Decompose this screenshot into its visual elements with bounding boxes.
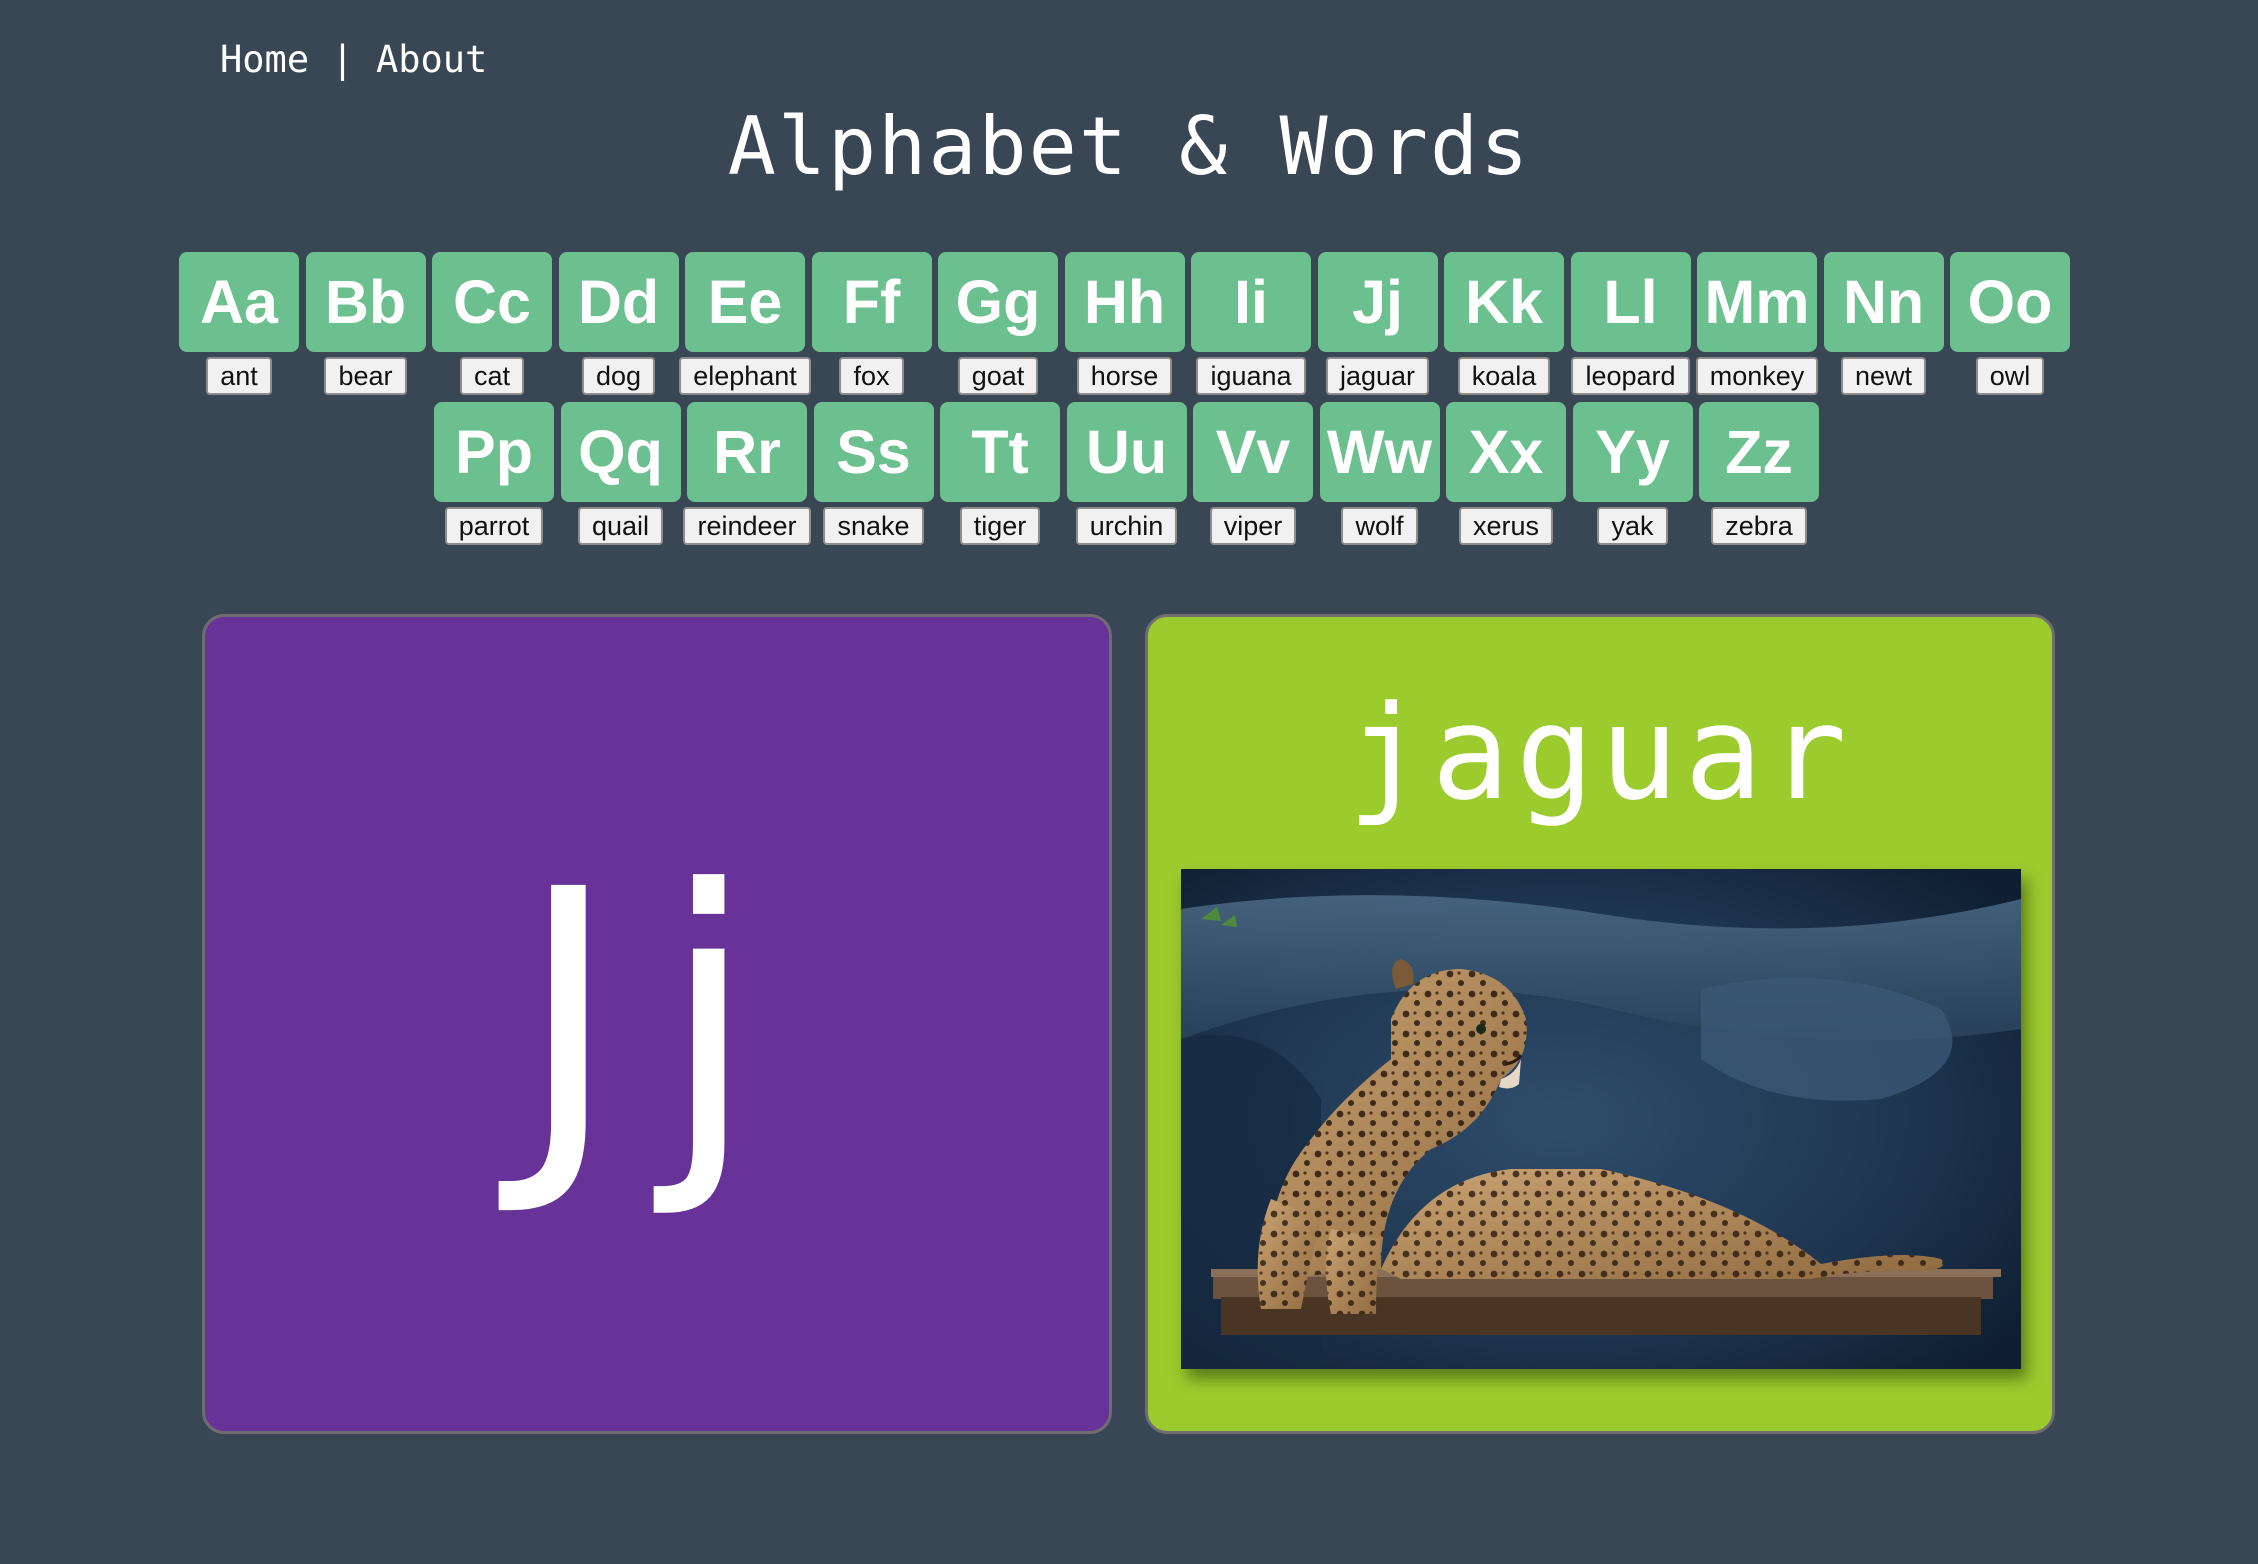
letter-button-w[interactable]: Ww: [1319, 402, 1440, 502]
letter-button-p[interactable]: Pp: [434, 402, 554, 502]
letter-button-o[interactable]: Oo: [1950, 252, 2070, 352]
letter-tile-i: Ii iguana: [1191, 252, 1311, 395]
letter-button-e[interactable]: Ee: [685, 252, 805, 352]
letter-tile-e: Ee elephant: [679, 252, 811, 395]
word-button-tiger[interactable]: tiger: [959, 507, 1041, 545]
nav-home-link[interactable]: Home: [220, 38, 309, 81]
letter-tile-s: Ss snake: [813, 402, 934, 545]
letter-tile-r: Rr reindeer: [683, 402, 811, 545]
word-button-snake[interactable]: snake: [823, 507, 924, 545]
letter-button-c[interactable]: Cc: [432, 252, 552, 352]
letter-button-m[interactable]: Mm: [1697, 252, 1817, 352]
letter-button-q[interactable]: Qq: [560, 402, 681, 502]
word-button-iguana[interactable]: iguana: [1196, 357, 1306, 395]
letter-tile-f: Ff fox: [811, 252, 932, 395]
word-button-monkey[interactable]: monkey: [1695, 357, 1819, 395]
word-button-horse[interactable]: horse: [1076, 357, 1173, 395]
letter-tile-v: Vv viper: [1193, 402, 1313, 545]
word-button-jaguar[interactable]: jaguar: [1325, 357, 1430, 395]
letter-row-2: Pp parrot Qq quail Rr reindeer Ss snake Tt tiger U…: [434, 402, 1826, 545]
word-button-zebra[interactable]: zebra: [1711, 507, 1807, 545]
letter-tile-m: Mm monkey: [1695, 252, 1819, 395]
word-button-leopard[interactable]: leopard: [1571, 357, 1690, 395]
word-button-quail[interactable]: quail: [577, 507, 664, 545]
letter-button-x[interactable]: Xx: [1446, 402, 1566, 502]
word-button-reindeer[interactable]: reindeer: [683, 507, 811, 545]
word-button-urchin[interactable]: urchin: [1075, 507, 1178, 545]
letter-button-y[interactable]: Yy: [1572, 402, 1693, 502]
word-button-ant[interactable]: ant: [206, 357, 272, 395]
letter-button-k[interactable]: Kk: [1444, 252, 1564, 352]
letter-tile-k: Kk koala: [1444, 252, 1564, 395]
letter-tile-p: Pp parrot: [434, 402, 554, 545]
letter-tile-w: Ww wolf: [1319, 402, 1440, 545]
letter-button-j[interactable]: Jj: [1317, 252, 1438, 352]
letter-tile-u: Uu urchin: [1066, 402, 1187, 545]
letter-button-h[interactable]: Hh: [1064, 252, 1185, 352]
page-title: Alphabet & Words: [727, 100, 1531, 193]
letter-button-d[interactable]: Dd: [558, 252, 679, 352]
word-button-owl[interactable]: owl: [1975, 357, 2045, 395]
selected-letter-card: Jj: [202, 614, 1112, 1434]
letter-button-r[interactable]: Rr: [687, 402, 807, 502]
letter-button-s[interactable]: Ss: [813, 402, 934, 502]
word-button-bear[interactable]: bear: [324, 357, 407, 395]
word-button-viper[interactable]: viper: [1209, 507, 1297, 545]
nav-about-link[interactable]: About: [376, 38, 487, 81]
jaguar-photo: [1181, 869, 2021, 1369]
selected-word: jaguar: [1347, 677, 1853, 829]
word-button-yak[interactable]: yak: [1597, 507, 1668, 545]
word-button-koala[interactable]: koala: [1457, 357, 1551, 395]
selected-word-card: jaguar: [1145, 614, 2055, 1434]
letter-button-v[interactable]: Vv: [1193, 402, 1313, 502]
word-button-elephant[interactable]: elephant: [679, 357, 811, 395]
word-button-goat[interactable]: goat: [957, 357, 1039, 395]
letter-tile-t: Tt tiger: [940, 402, 1060, 545]
letter-tile-n: Nn newt: [1823, 252, 1944, 395]
letter-button-n[interactable]: Nn: [1823, 252, 1944, 352]
word-button-cat[interactable]: cat: [459, 357, 525, 395]
word-button-wolf[interactable]: wolf: [1341, 507, 1418, 545]
letter-tile-q: Qq quail: [560, 402, 681, 545]
letter-tile-b: Bb bear: [305, 252, 426, 395]
letter-tile-j: Jj jaguar: [1317, 252, 1438, 395]
letter-tile-d: Dd dog: [558, 252, 679, 395]
letter-button-a[interactable]: Aa: [179, 252, 299, 352]
letter-tile-o: Oo owl: [1950, 252, 2070, 395]
top-nav: Home | About: [220, 38, 487, 81]
letter-row-1: Aa ant Bb bear Cc cat Dd dog Ee elephant Ff fox Gg go…: [179, 252, 2077, 395]
letter-button-t[interactable]: Tt: [940, 402, 1060, 502]
letter-tile-g: Gg goat: [938, 252, 1058, 395]
letter-button-g[interactable]: Gg: [938, 252, 1058, 352]
letter-tile-h: Hh horse: [1064, 252, 1185, 395]
word-button-dog[interactable]: dog: [581, 357, 656, 395]
letter-tile-a: Aa ant: [179, 252, 299, 395]
letter-tile-l: Ll leopard: [1570, 252, 1691, 395]
letter-button-i[interactable]: Ii: [1191, 252, 1311, 352]
nav-separator: |: [309, 38, 376, 81]
letter-tile-x: Xx xerus: [1446, 402, 1566, 545]
letter-tile-c: Cc cat: [432, 252, 552, 395]
letter-button-u[interactable]: Uu: [1066, 402, 1187, 502]
word-button-parrot[interactable]: parrot: [444, 507, 544, 545]
letter-button-f[interactable]: Ff: [811, 252, 932, 352]
letter-tile-y: Yy yak: [1572, 402, 1693, 545]
letter-tile-z: Zz zebra: [1699, 402, 1819, 545]
word-button-xerus[interactable]: xerus: [1458, 507, 1554, 545]
letter-button-l[interactable]: Ll: [1570, 252, 1691, 352]
selected-letter: Jj: [516, 815, 798, 1223]
letter-button-b[interactable]: Bb: [305, 252, 426, 352]
word-button-fox[interactable]: fox: [839, 357, 904, 395]
word-button-newt[interactable]: newt: [1840, 357, 1927, 395]
letter-button-z[interactable]: Zz: [1699, 402, 1819, 502]
